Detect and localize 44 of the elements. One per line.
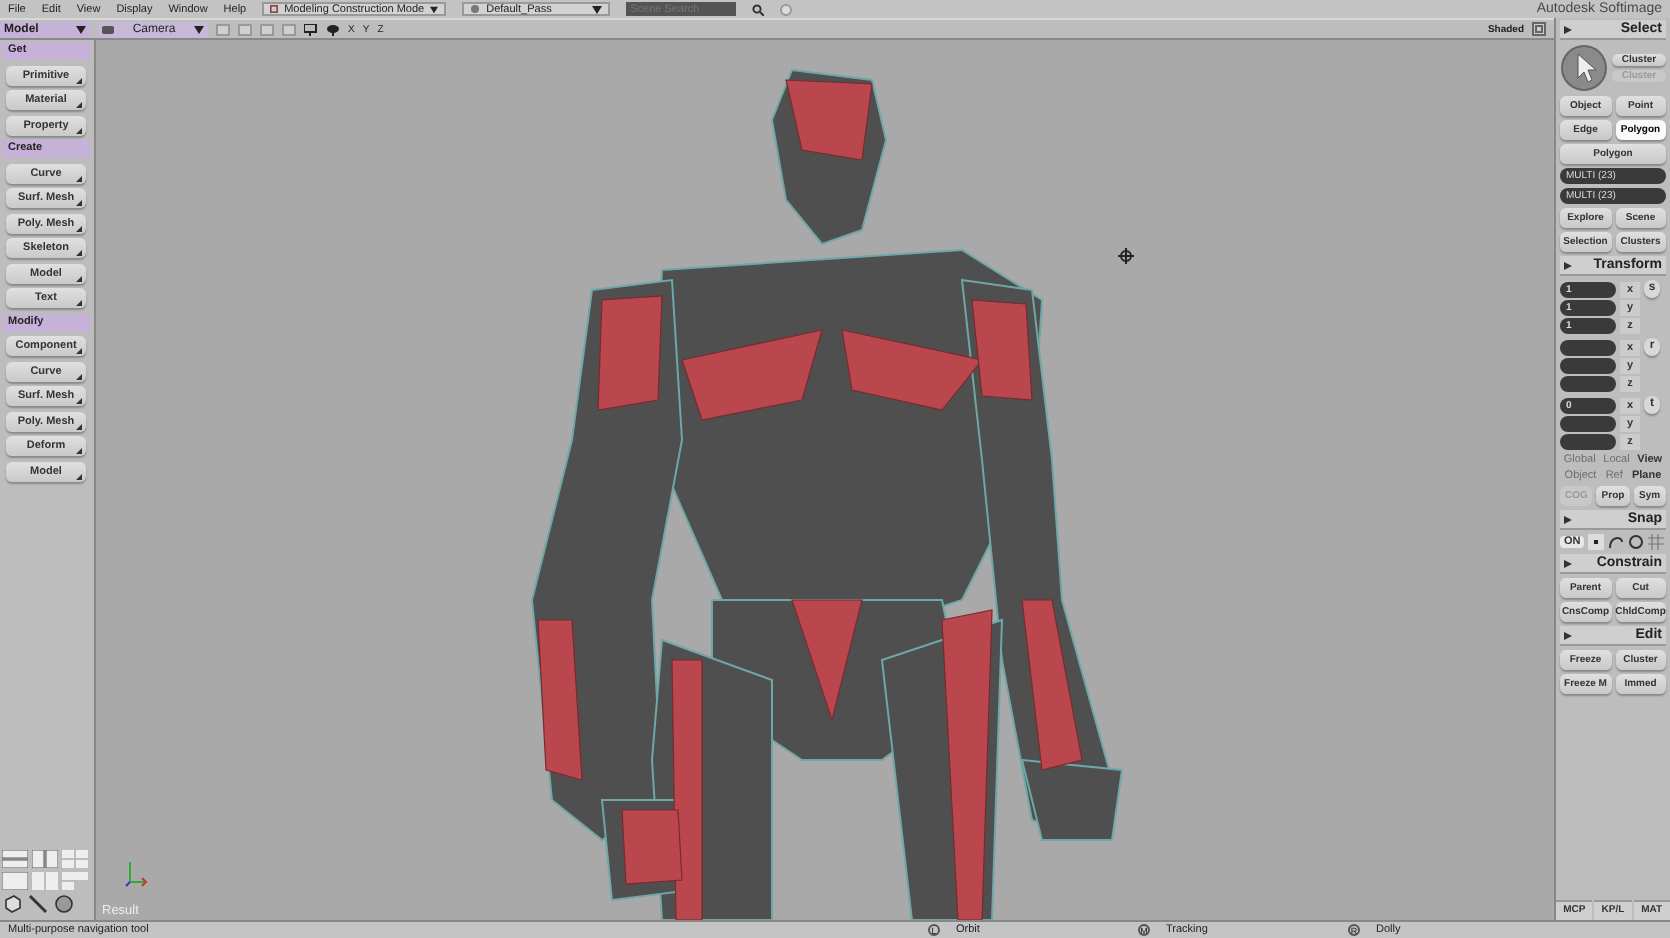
submenu-icon [76, 225, 82, 231]
collapse-icon[interactable] [1564, 515, 1572, 523]
caret-icon [592, 5, 603, 13]
caret-icon [194, 25, 204, 33]
layout-icon[interactable] [32, 849, 58, 867]
sphere-icon[interactable] [54, 894, 74, 914]
submenu-icon [76, 127, 82, 133]
maximize-icon[interactable] [1532, 22, 1546, 36]
submenu-icon [76, 102, 82, 108]
transform-field[interactable] [1560, 376, 1616, 392]
transform-field[interactable] [1560, 339, 1616, 355]
caret-icon [430, 5, 439, 13]
submenu-icon [76, 250, 82, 256]
search-icon[interactable] [752, 3, 765, 15]
snap-point-icon[interactable] [1588, 534, 1605, 550]
snap-circle-icon[interactable] [1628, 534, 1645, 550]
submenu-icon [76, 200, 82, 206]
layout-icon[interactable] [2, 849, 28, 867]
transform-field[interactable] [1560, 416, 1616, 432]
submenu-icon [76, 175, 82, 181]
camera-icon [102, 23, 114, 35]
pass-icon [470, 4, 481, 14]
submenu-icon [76, 348, 82, 354]
crosshair-icon [1117, 247, 1135, 265]
caret-icon [76, 25, 86, 33]
submenu-icon [76, 448, 82, 454]
collapse-icon[interactable] [1564, 261, 1572, 269]
select-tool-icon[interactable] [1560, 44, 1608, 92]
transform-field[interactable] [1560, 434, 1616, 450]
snap-curve-icon[interactable] [1608, 534, 1625, 550]
submenu-icon [76, 473, 82, 479]
collapse-icon[interactable] [1564, 631, 1572, 639]
transform-field[interactable] [1560, 358, 1616, 374]
submenu-icon [76, 77, 82, 83]
visibility-icon[interactable] [326, 23, 340, 35]
arrow-icon [1564, 25, 1572, 33]
collapse-icon[interactable] [1564, 559, 1572, 567]
submenu-icon [76, 275, 82, 281]
submenu-icon [76, 373, 82, 379]
submenu-icon [76, 300, 82, 306]
submenu-icon [76, 398, 82, 404]
axis-gizmo-icon [124, 860, 148, 888]
submenu-icon [76, 423, 82, 429]
view-options-icon[interactable] [304, 23, 318, 35]
